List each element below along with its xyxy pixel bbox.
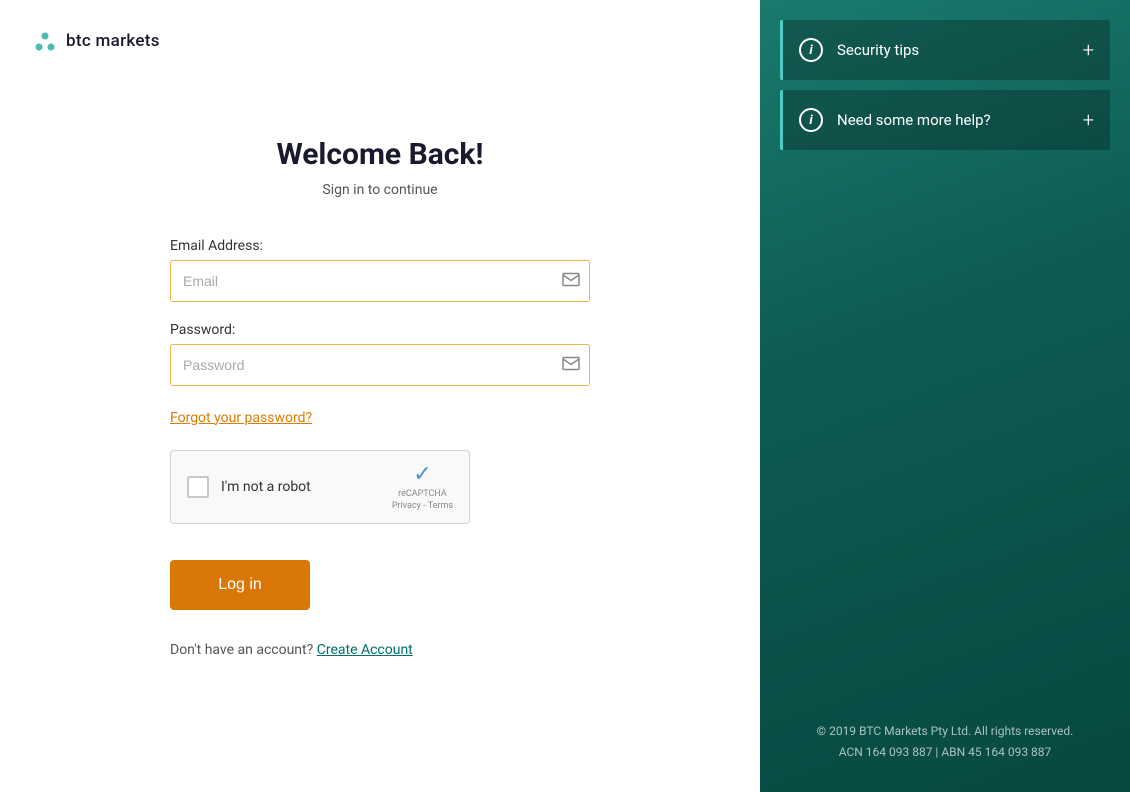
recaptcha-brand: reCAPTCHA — [398, 489, 447, 499]
btc-markets-logo-icon — [32, 28, 58, 54]
login-form-area: Welcome Back! Sign in to continue Email … — [0, 82, 760, 792]
accordion-list: i Security tips + i Need some more help?… — [780, 20, 1110, 160]
create-account-link[interactable]: Create Account — [317, 642, 413, 658]
accordion-info-icon-0: i — [799, 38, 823, 62]
recaptcha-links: Privacy - Terms — [392, 501, 453, 511]
footer-line2: ACN 164 093 887 | ABN 45 164 093 887 — [776, 742, 1114, 764]
recaptcha-checkbox[interactable] — [187, 476, 209, 498]
recaptcha-logo-area: ✓ reCAPTCHA Privacy - Terms — [392, 462, 453, 511]
accordion-label-1: Need some more help? — [837, 111, 1083, 129]
brand-name: btc markets — [66, 31, 160, 51]
accordion-plus-icon-1: + — [1083, 110, 1094, 130]
welcome-title: Welcome Back! — [276, 137, 483, 172]
accordion-info-icon-1: i — [799, 108, 823, 132]
email-input[interactable] — [170, 260, 590, 302]
recaptcha-label: I'm not a robot — [221, 479, 380, 495]
password-input-wrapper — [170, 344, 590, 386]
accordion-plus-icon-0: + — [1083, 40, 1094, 60]
signin-subtitle: Sign in to continue — [322, 182, 437, 198]
login-button[interactable]: Log in — [170, 560, 310, 610]
email-label: Email Address: — [170, 238, 590, 254]
right-panel: i Security tips + i Need some more help?… — [760, 0, 1130, 792]
form-container: Email Address: Password: — [170, 238, 590, 658]
recaptcha-widget[interactable]: I'm not a robot ✓ reCAPTCHA Privacy - Te… — [170, 450, 470, 524]
accordion-item-1[interactable]: i Need some more help? + — [780, 90, 1110, 150]
create-account-text: Don't have an account? Create Account — [170, 642, 590, 658]
right-footer: © 2019 BTC Markets Pty Ltd. All rights r… — [760, 721, 1130, 764]
logo-area: btc markets — [0, 0, 192, 82]
email-input-wrapper — [170, 260, 590, 302]
left-panel: btc markets Welcome Back! Sign in to con… — [0, 0, 760, 792]
no-account-label: Don't have an account? — [170, 642, 313, 658]
accordion-label-0: Security tips — [837, 41, 1083, 59]
password-label: Password: — [170, 322, 590, 338]
recaptcha-logo-icon: ✓ — [413, 462, 431, 487]
accordion-item-0[interactable]: i Security tips + — [780, 20, 1110, 80]
email-icon — [562, 271, 580, 290]
password-icon — [562, 355, 580, 374]
forgot-password-link[interactable]: Forgot your password? — [170, 410, 312, 426]
password-input[interactable] — [170, 344, 590, 386]
footer-line1: © 2019 BTC Markets Pty Ltd. All rights r… — [776, 721, 1114, 743]
